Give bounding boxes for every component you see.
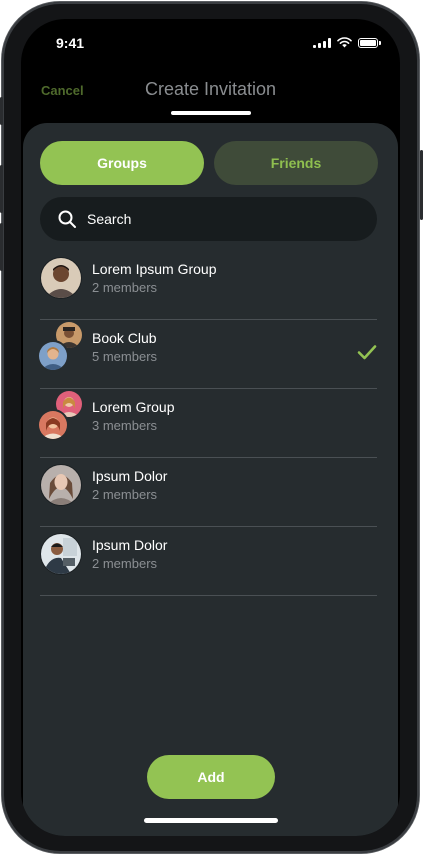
status-icons: [313, 37, 381, 48]
group-members: 2 members: [92, 556, 158, 571]
group-members: 2 members: [92, 487, 158, 502]
volume-up-button: [0, 165, 3, 213]
search-input[interactable]: [85, 210, 329, 228]
avatar-stack: [37, 389, 84, 441]
search-bar[interactable]: [40, 197, 377, 241]
avatar-image: [40, 257, 82, 299]
avatar-image: [40, 533, 82, 575]
group-row[interactable]: Book Club 5 members: [37, 320, 377, 389]
invitation-sheet: Groups Friends Lorem Ipsum Group 2 membe…: [23, 123, 398, 836]
tab-friends[interactable]: Friends: [214, 141, 378, 185]
avatar-image: [37, 340, 69, 372]
wifi-icon: [337, 37, 352, 48]
group-name: Book Club: [92, 330, 157, 346]
group-members: 5 members: [92, 349, 158, 364]
group-name: Lorem Group: [92, 399, 175, 415]
group-members: 3 members: [92, 418, 158, 433]
add-button[interactable]: Add: [147, 755, 275, 799]
mute-switch: [0, 97, 3, 125]
group-list: Lorem Ipsum Group 2 members Book Club 5 …: [37, 251, 377, 596]
home-indicator: [144, 818, 278, 823]
group-row[interactable]: Ipsum Dolor 2 members: [40, 527, 377, 596]
group-name: Lorem Ipsum Group: [92, 261, 217, 277]
group-row[interactable]: Lorem Group 3 members: [37, 389, 377, 458]
status-time: 9:41: [56, 35, 85, 51]
avatar-image: [40, 464, 82, 506]
group-members: 2 members: [92, 280, 158, 295]
search-icon: [58, 210, 76, 228]
sheet-grabber[interactable]: [171, 111, 251, 115]
group-row[interactable]: Ipsum Dolor 2 members: [40, 458, 377, 527]
avatar-image: [37, 409, 69, 441]
signal-icon: [313, 37, 331, 48]
screen: 9:41 Cancel Create Invitation Groups Fri…: [21, 19, 400, 836]
battery-icon: [358, 37, 381, 48]
group-name: Ipsum Dolor: [92, 537, 168, 553]
volume-down-button: [0, 223, 3, 271]
checkmark-icon: [357, 345, 377, 360]
avatar: [40, 464, 82, 506]
avatar-stack: [37, 320, 84, 372]
group-name: Ipsum Dolor: [92, 468, 168, 484]
page-title: Create Invitation: [144, 79, 277, 99]
avatar: [40, 533, 82, 575]
group-row[interactable]: Lorem Ipsum Group 2 members: [40, 251, 377, 320]
avatar: [40, 257, 82, 299]
tab-groups[interactable]: Groups: [40, 141, 204, 185]
